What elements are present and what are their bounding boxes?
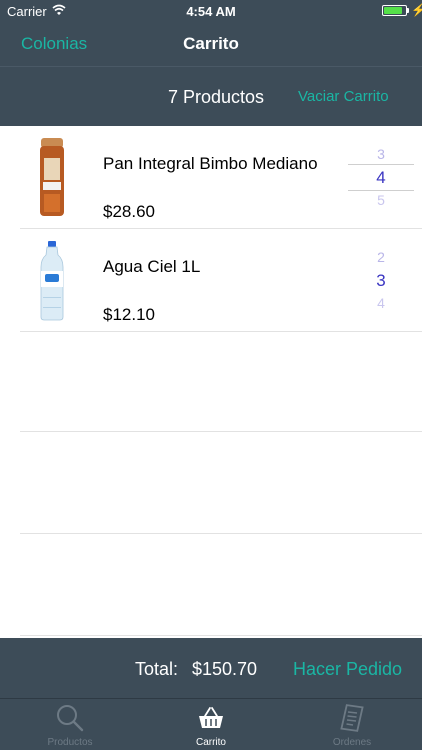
- place-order-button[interactable]: Hacer Pedido: [293, 659, 402, 680]
- clock: 4:54 AM: [186, 4, 236, 19]
- tab-label: Productos: [47, 737, 93, 748]
- charging-icon: ⚡: [411, 3, 422, 17]
- search-icon: [57, 705, 84, 732]
- item-price: $12.10: [103, 305, 155, 324]
- item-name: Pan Integral Bimbo Mediano: [103, 154, 318, 173]
- total-label: Total:: [135, 659, 179, 679]
- quantity-selected[interactable]: 4: [348, 168, 414, 188]
- quantity-option[interactable]: 2: [348, 249, 414, 265]
- tab-label: Carrito: [195, 737, 226, 748]
- row-divider: [20, 533, 422, 534]
- row-divider: [20, 431, 422, 432]
- cart-list: Pan Integral Bimbo Mediano $28.60 3 4 5 …: [0, 126, 422, 638]
- clear-cart-button[interactable]: Vaciar Carrito: [298, 88, 389, 105]
- status-bar: Carrier 4:54 AM ⚡: [0, 0, 422, 22]
- quantity-picker[interactable]: 2 3 4: [348, 245, 414, 315]
- quantity-selected[interactable]: 3: [348, 271, 414, 291]
- tab-bar: Productos Carrito Ordenes: [0, 698, 422, 750]
- cart-item[interactable]: Agua Ciel 1L $12.10 2 3 4: [0, 229, 422, 332]
- bread-bag-icon: [40, 138, 64, 216]
- total-amount: $150.70: [192, 659, 258, 679]
- quantity-option[interactable]: 5: [348, 192, 414, 208]
- battery-icon: [382, 5, 407, 16]
- row-divider: [20, 331, 422, 332]
- quantity-picker[interactable]: 3 4 5: [348, 142, 414, 212]
- tab-productos[interactable]: Productos: [0, 699, 140, 750]
- row-divider: [20, 635, 422, 636]
- total-bar: Total: $150.70 Hacer Pedido: [0, 638, 422, 698]
- page-title: Carrito: [183, 34, 239, 53]
- tab-ordenes[interactable]: Ordenes: [282, 699, 422, 750]
- water-bottle-icon: [40, 241, 64, 321]
- tab-label: Ordenes: [332, 737, 372, 748]
- battery-level: [384, 7, 402, 14]
- battery-tip: [407, 8, 409, 13]
- navigation-bar: Colonias Carrito: [0, 22, 422, 66]
- cart-item[interactable]: Pan Integral Bimbo Mediano $28.60 3 4 5: [0, 126, 422, 229]
- basket-icon: [199, 707, 223, 728]
- quantity-option[interactable]: 4: [348, 295, 414, 311]
- item-price: $28.60: [103, 202, 155, 221]
- cart-header: 7 Productos Vaciar Carrito: [0, 66, 422, 126]
- picker-divider: [348, 164, 414, 165]
- item-name: Agua Ciel 1L: [103, 257, 201, 276]
- quantity-option[interactable]: 3: [348, 146, 414, 162]
- product-count: 7 Productos: [168, 87, 265, 107]
- receipt-icon: [340, 704, 364, 732]
- picker-divider: [348, 190, 414, 191]
- tab-carrito[interactable]: Carrito: [141, 699, 281, 750]
